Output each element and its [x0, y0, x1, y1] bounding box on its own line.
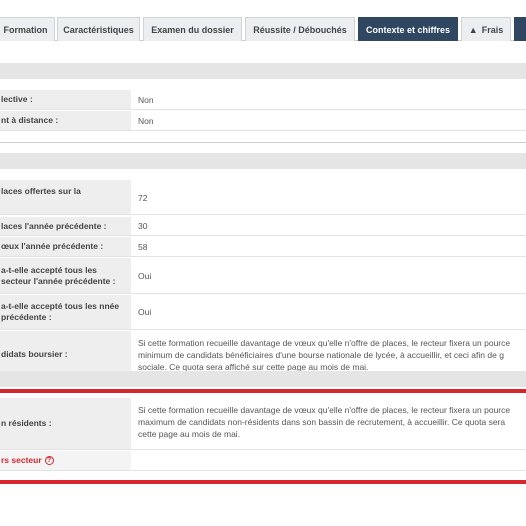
- row-value: [138, 451, 526, 470]
- hors-secteur-label: rs secteur: [1, 455, 42, 465]
- tab-label: Frais: [481, 24, 504, 35]
- row-label: laces l'année précédente :: [0, 217, 131, 235]
- tab-examen-dossier[interactable]: Examen du dossier: [143, 17, 242, 41]
- row-label: a-t-elle accepté tous les nnée précédent…: [0, 295, 131, 329]
- row-value: Oui: [138, 307, 152, 317]
- table-row: laces l'année précédente : 30: [0, 217, 526, 236]
- row-value: 72: [138, 193, 148, 203]
- section-separator-red: [0, 389, 526, 393]
- row-value: 30: [138, 221, 148, 231]
- row-label: nt à distance :: [0, 111, 131, 130]
- text-line: Si cette formation recueille davantage d…: [138, 405, 511, 415]
- tab-bar: Formation Caractéristiques Examen du dos…: [0, 17, 526, 41]
- tab-label: Contexte et chiffres: [365, 24, 451, 35]
- tab-label: Examen du dossier: [151, 24, 234, 35]
- text-line: cette page au mois de mai.: [138, 429, 241, 439]
- tab-contexte-chiffres[interactable]: Contexte et chiffres: [358, 17, 458, 41]
- row-value: Non: [138, 115, 154, 126]
- row-value: Non: [138, 94, 154, 105]
- row-label: rs secteur ?: [0, 451, 131, 470]
- text-line: Si cette formation recueille davantage d…: [138, 338, 511, 348]
- row-label: œux l'année précédente :: [0, 237, 131, 256]
- tab-label: Caractéristiques: [63, 24, 134, 35]
- row-label: a-t-elle accepté tous les secteur l'anné…: [0, 258, 131, 293]
- table-row: a-t-elle accepté tous les secteur l'anné…: [0, 258, 526, 294]
- row-value: Oui: [138, 270, 152, 281]
- row-value: 58: [138, 241, 148, 252]
- row-label: lective :: [0, 90, 131, 109]
- tab-reussite-debouches[interactable]: Réussite / Débouchés: [245, 17, 355, 41]
- table-row: œux l'année précédente : 58: [0, 237, 526, 257]
- tab-label: Formation: [3, 24, 48, 35]
- tab-next[interactable]: [514, 17, 526, 41]
- section-separator-red: [0, 480, 526, 484]
- help-circle-icon[interactable]: ?: [44, 456, 54, 465]
- table-row: lective : Non: [0, 90, 526, 110]
- text-line: minimum de candidats bénéficiaires d'une…: [138, 350, 504, 360]
- row-value: Si cette formation recueille davantage d…: [138, 398, 526, 449]
- table-row: rs secteur ?: [0, 451, 526, 471]
- table-row: laces offertes sur la 72: [0, 180, 526, 215]
- text-line: maximum de candidats non-résidents dans …: [138, 417, 506, 427]
- section-header-band: [0, 371, 526, 387]
- tab-caracteristiques[interactable]: Caractéristiques: [57, 17, 140, 41]
- row-label: n résidents :: [0, 398, 131, 449]
- section-header-band: [0, 63, 526, 79]
- divider: [0, 142, 526, 143]
- table-row: nt à distance : Non: [0, 111, 526, 131]
- row-label: laces offertes sur la: [0, 180, 131, 214]
- table-row: n résidents : Si cette formation recueil…: [0, 398, 526, 450]
- section-header-band: [0, 153, 526, 169]
- tab-formation[interactable]: Formation: [0, 17, 55, 41]
- table-row: a-t-elle accepté tous les nnée précédent…: [0, 295, 526, 330]
- tab-label: Réussite / Débouchés: [253, 24, 347, 35]
- warning-icon: ▲: [468, 24, 478, 35]
- tab-frais[interactable]: ▲ Frais: [461, 17, 511, 41]
